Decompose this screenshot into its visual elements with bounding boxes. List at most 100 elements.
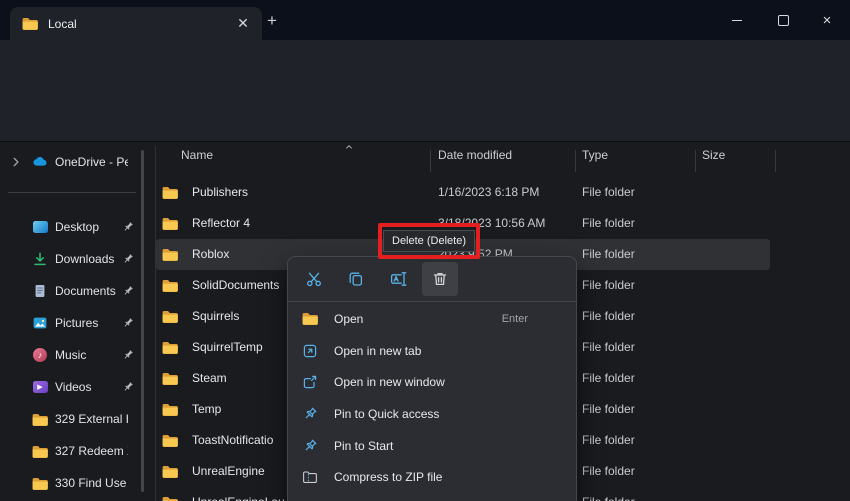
folder-icon [162, 341, 178, 354]
file-type: File folder [582, 363, 635, 394]
column-resize-handle[interactable] [775, 150, 776, 172]
sidebar-item-label: Videos [55, 372, 128, 402]
sidebar-item-label: 330 Find Use Ca [55, 468, 128, 498]
sidebar-item-desktop[interactable]: Desktop [0, 212, 142, 242]
sidebar-item-label: 327 Redeem Xbo [55, 436, 128, 466]
file-type: File folder [582, 239, 635, 270]
file-name: UnrealEngine [192, 456, 265, 487]
folder-icon [162, 248, 178, 261]
sidebar-item-onedrive[interactable]: OneDrive - Pers [0, 147, 142, 177]
sidebar-item-folder-327[interactable]: 327 Redeem Xbo [0, 436, 142, 466]
folder-icon [32, 411, 48, 427]
file-type: File folder [582, 177, 635, 208]
cut-icon [305, 270, 323, 288]
file-name: SquirrelTemp [192, 332, 263, 363]
minimize-button[interactable] [714, 0, 760, 40]
maximize-button[interactable] [760, 0, 806, 40]
sidebar-item-label: Pictures [55, 308, 128, 338]
sidebar-item-label: Downloads [55, 244, 128, 274]
sidebar-item-label: Desktop [55, 212, 128, 242]
sort-ascending-icon [343, 143, 355, 151]
menu-item-pin-quick-access[interactable]: Pin to Quick access [292, 398, 572, 430]
column-header-date[interactable]: Date modified [438, 148, 512, 162]
videos-icon: ▶ [32, 379, 48, 395]
file-name: Publishers [192, 177, 248, 208]
pin-icon [122, 285, 134, 297]
sidebar-item-label: 329 External Har [55, 404, 128, 434]
command-bar: New Sort View [0, 40, 850, 90]
pictures-icon [32, 315, 48, 331]
sidebar-item-videos[interactable]: ▶ Videos [0, 372, 142, 402]
file-name: UnrealEngineLau [192, 487, 285, 501]
column-header-name[interactable]: Name [181, 148, 213, 162]
sidebar-item-label: OneDrive - Pers [55, 147, 128, 177]
file-type: File folder [582, 270, 635, 301]
file-name: ToastNotificatio [192, 425, 273, 456]
column-resize-handle[interactable] [695, 150, 696, 172]
menu-item-open-new-tab[interactable]: Open in new tab [292, 335, 572, 367]
sidebar-item-label: Music [55, 340, 128, 370]
column-header-size[interactable]: Size [702, 148, 725, 162]
sidebar-separator [8, 192, 136, 193]
delete-tooltip: Delete (Delete) [383, 230, 475, 252]
sidebar-scrollbar[interactable] [141, 150, 144, 492]
folder-icon [162, 279, 178, 292]
menu-item-compress-zip[interactable]: Compress to ZIP file [292, 461, 572, 493]
menu-item-pin-to-start[interactable]: Pin to Start [292, 430, 572, 462]
sidebar-item-music[interactable]: ♪ Music [0, 340, 142, 370]
trash-icon [431, 270, 449, 288]
table-row[interactable]: Publishers 1/16/2023 6:18 PM File folder [156, 177, 850, 208]
folder-icon [162, 310, 178, 323]
menu-item-label: Pin to Start [334, 439, 564, 453]
file-type: File folder [582, 425, 635, 456]
menu-item-shortcut: Enter [502, 313, 528, 325]
maximize-icon [778, 15, 789, 26]
plus-icon: + [267, 11, 277, 31]
file-date: 1/16/2023 6:18 PM [438, 177, 539, 208]
downloads-icon [32, 251, 48, 267]
file-name: Squirrels [192, 301, 239, 332]
sidebar-item-folder-329[interactable]: 329 External Har [0, 404, 142, 434]
chevron-right-icon[interactable] [10, 156, 22, 168]
pin-icon [122, 221, 134, 233]
sidebar-item-folder-330[interactable]: 330 Find Use Ca [0, 468, 142, 498]
cut-button[interactable] [296, 262, 332, 296]
menu-item-label: Open [334, 312, 486, 326]
folder-icon [162, 496, 178, 501]
pin-icon [122, 381, 134, 393]
column-resize-handle[interactable] [575, 150, 576, 172]
context-menu-icon-row [288, 257, 576, 301]
copy-button[interactable] [338, 262, 374, 296]
menu-item-open-new-window[interactable]: Open in new window [292, 366, 572, 398]
rename-button[interactable] [380, 262, 416, 296]
context-menu: Open Enter Open in new tab Open in new w… [287, 256, 577, 501]
folder-icon [302, 311, 318, 327]
folder-icon [162, 372, 178, 385]
music-icon: ♪ [32, 347, 48, 363]
tab-close-icon[interactable]: ✕ [232, 13, 254, 35]
column-resize-handle[interactable] [430, 150, 431, 172]
file-explorer-window: Local ✕ + × New Sort View [0, 0, 850, 501]
file-name: Steam [192, 363, 227, 394]
new-tab-button[interactable]: + [260, 9, 284, 33]
folder-icon [162, 186, 178, 199]
delete-button[interactable] [422, 262, 458, 296]
tab-local[interactable]: Local ✕ [10, 7, 262, 40]
menu-item-label: Open in new tab [334, 344, 564, 358]
sidebar-item-documents[interactable]: Documents [0, 276, 142, 306]
sidebar-item-pictures[interactable]: Pictures [0, 308, 142, 338]
menu-item-label: Compress to ZIP file [334, 470, 564, 484]
folder-icon [162, 217, 178, 230]
folder-icon [162, 465, 178, 478]
open-new-window-icon [302, 374, 318, 390]
sidebar-item-downloads[interactable]: Downloads [0, 244, 142, 274]
menu-item-open[interactable]: Open Enter [292, 303, 572, 335]
close-button[interactable]: × [804, 0, 850, 40]
tooltip-label: Delete (Delete) [392, 235, 466, 247]
folder-icon [162, 434, 178, 447]
menu-item-label: Pin to Quick access [334, 407, 564, 421]
pin-icon [122, 253, 134, 265]
table-row[interactable]: Reflector 4 3/18/2023 10:56 AM File fold… [156, 208, 850, 239]
column-header-type[interactable]: Type [582, 148, 608, 162]
close-icon: × [823, 13, 832, 28]
